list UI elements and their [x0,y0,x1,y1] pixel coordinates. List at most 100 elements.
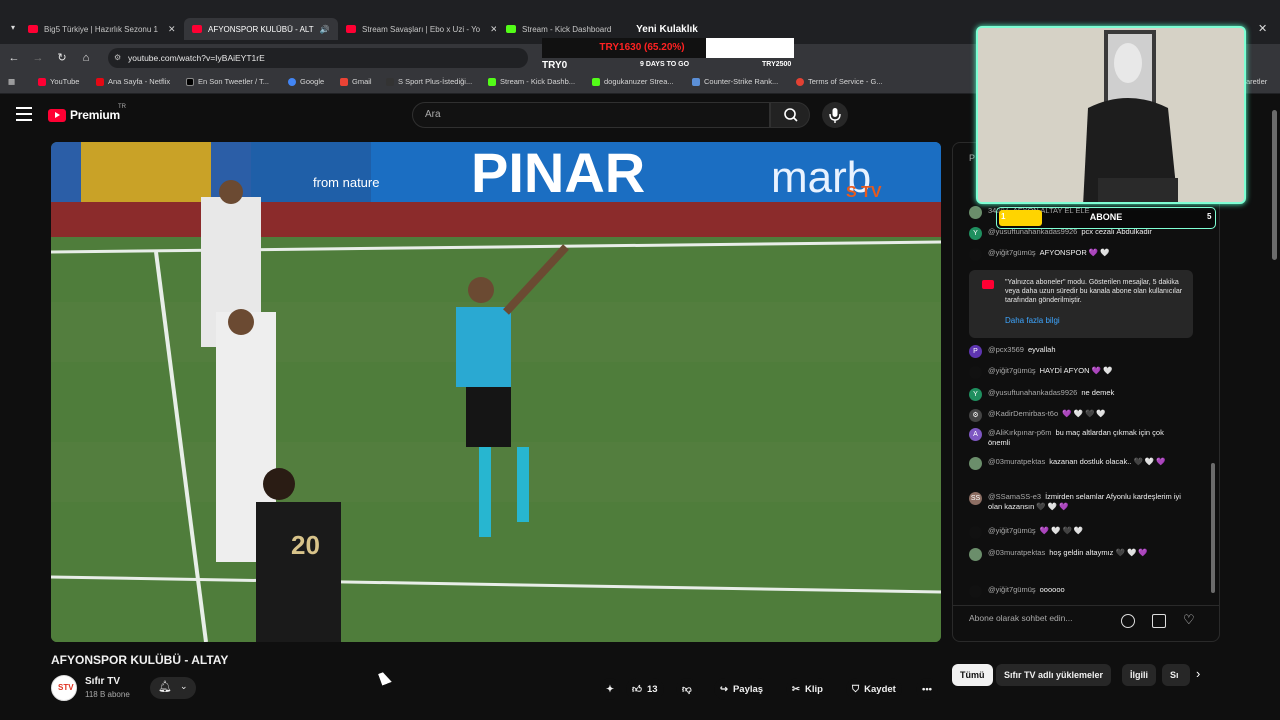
youtube-play-icon [48,108,66,122]
video-player[interactable]: from nature PINAR marb S TV 20 [51,142,941,642]
youtube-premium-logo[interactable]: Premium TR [48,104,126,122]
youtube-icon [28,25,38,33]
back-arrow-icon[interactable]: ← [6,50,22,66]
home-icon[interactable]: ⌂ [78,50,94,66]
voice-search-button[interactable] [822,102,848,128]
browser-tab[interactable]: Stream Savaşları | Ebo x Uzi - Yo ✕ [346,18,496,40]
chat-message: ⚙ @KadirDemirbas-t6o 💜 🤍 🖤 🤍 [969,409,1185,422]
sponsor-text: from nature [313,175,379,190]
divider [953,605,1219,606]
avatar: Y [969,388,982,401]
chat-message: @yiğit7gümüş AFYONSPOR 💜 🤍 [969,248,1185,261]
bookmark[interactable]: S Sport Plus-İstediği... [386,77,472,86]
chip-all[interactable]: Tümü [952,664,993,686]
notification-bell-button[interactable]: 🔔︎ ⌄ [150,677,196,699]
speaker-icon[interactable]: 🔊 [320,25,330,34]
microphone-icon [829,108,841,123]
faceit-icon [692,77,700,86]
youtube-icon [982,280,994,289]
window-close-icon[interactable]: ✕ [1258,22,1267,35]
bookmark[interactable]: Google [288,77,324,86]
like-button[interactable]: 👍︎ 13 [626,678,664,700]
reload-icon[interactable]: ↻ [54,50,70,66]
bookmark[interactable]: Ana Sayfa - Netflix [96,77,170,86]
scissors-icon: ✂ [792,683,800,695]
heart-icon[interactable]: ♡ [1183,612,1195,628]
search-input[interactable]: Ara [412,102,770,128]
browser-tab[interactable]: Big5 Türkiye | Hazırlık Sezonu 1 ✕ [28,18,178,40]
channel-name[interactable]: Sıfır TV [85,676,120,687]
tab-list-chevron-icon[interactable]: ▾ [6,23,20,35]
subscriber-goal-overlay: 1 ABONE 5 [996,207,1216,229]
chat-scrollbar[interactable] [1211,463,1215,593]
chip-partial[interactable]: Sı [1162,664,1190,686]
dislike-button[interactable]: 👎︎ [676,678,698,700]
chat-message: @03muratpektas hoş geldin altaymız 🖤 🤍 💜 [969,548,1185,561]
youtube-icon [346,25,356,33]
subscribers-only-notice: "Yalnızca aboneler" modu. Gösterilen mes… [969,270,1193,338]
bookmark-icon: ⛉ [852,683,860,695]
page-scrollbar[interactable] [1272,110,1277,260]
hamburger-menu-icon[interactable] [16,107,32,121]
bookmark[interactable]: YouTube [38,77,79,86]
share-arrow-icon: ↪ [720,683,728,695]
address-bar[interactable]: ⚙ youtube.com/watch?v=IyBAiEYT1rE [108,48,528,68]
mouse-cursor-icon [378,670,392,686]
thumbs-up-icon: 👍︎ [632,684,642,695]
bookmark[interactable]: Stream - Kick Dashb... [488,77,575,86]
bookmark[interactable]: dogukanuzer Strea... [592,77,674,86]
close-icon[interactable]: ✕ [168,24,176,35]
clip-button[interactable]: ✂ Klip [786,678,829,700]
bookmark[interactable]: Gmail [340,77,372,86]
chevron-right-icon[interactable]: › [1196,666,1200,681]
bookmark[interactable]: Terms of Service - G... [796,77,883,86]
save-button[interactable]: ⛉ Kaydet [846,678,902,700]
youtube-icon [192,25,202,33]
video-title: AFYONSPOR KULÜBÜ - ALTAY [51,653,229,667]
avatar [969,248,982,261]
ssport-icon [386,77,394,86]
thumbs-down-icon: 👎︎ [682,684,692,695]
chat-input[interactable]: Abone olarak sohbet edin... [969,613,1119,623]
emoji-icon[interactable] [1121,614,1135,628]
avatar [969,366,982,379]
chat-message: Y @yusuftunahankadas9926 ne demek [969,388,1185,401]
search-icon [784,108,798,122]
chat-message: @03muratpektas kazanan dostluk olacak.. 🖤… [969,457,1185,470]
chip-channel-uploads[interactable]: Sıfır TV adlı yüklemeler [996,664,1112,686]
x-icon [186,77,194,86]
avatar [969,548,982,561]
channel-watermark: S TV [846,184,882,201]
more-actions-button[interactable]: ••• [916,678,938,700]
tab-label: AFYONSPOR KULÜBÜ - ALT [208,24,314,34]
learn-more-link[interactable]: Daha fazla bilgi [1005,316,1060,325]
chip-related[interactable]: İlgili [1122,664,1156,686]
goal-progress-bar: TRY1630 (65.20%) [542,38,794,58]
kick-icon [506,25,516,33]
subscriber-count: 118 B abone [85,690,130,699]
forward-arrow-icon[interactable]: → [30,50,46,66]
bookmark[interactable]: Counter-Strike Rank... [692,77,778,86]
channel-avatar[interactable]: STV [51,675,77,701]
sparkle-icon: ✦ [606,683,614,695]
bookmark[interactable]: En Son Tweetler / T... [186,77,269,86]
share-button[interactable]: ↪ Paylaş [714,678,770,700]
chevron-down-icon: ⌄ [180,681,188,691]
ai-sparkle-button[interactable]: ✦ [600,678,620,700]
browser-tab-active[interactable]: AFYONSPOR KULÜBÜ - ALT 🔊 ✕ [184,18,338,40]
avatar [969,457,982,470]
super-chat-icon[interactable] [1152,614,1166,628]
search-button[interactable] [770,102,810,128]
youtube-icon [38,77,46,86]
chat-header: P [969,153,976,163]
youtube-header: Premium TR Ara [0,95,950,135]
site-info-icon[interactable]: ⚙ [114,48,121,68]
avatar: Y [969,227,982,240]
avatar: A [969,428,982,441]
avatar [969,585,982,598]
video-frame: from nature PINAR marb S TV 20 [51,142,941,642]
bookmark[interactable]: aretler [1246,77,1267,86]
chat-message: P @pcx3569 eyvallah [969,345,1185,358]
close-icon[interactable]: ✕ [490,24,496,35]
apps-grid-icon[interactable]: ▦ [8,77,15,86]
